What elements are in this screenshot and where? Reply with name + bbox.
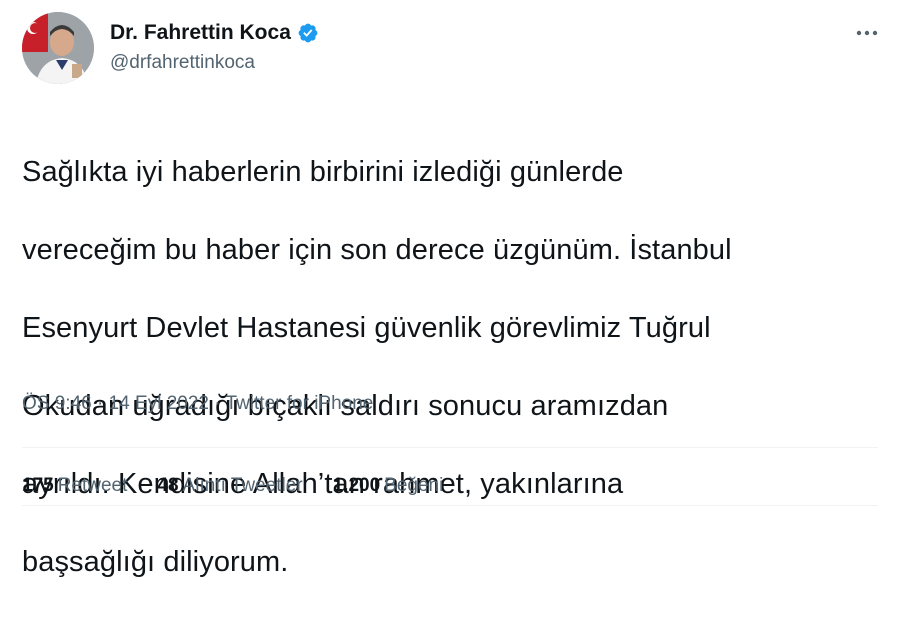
tweet-stats: 175 Retweet 48 Alıntı Tweetler 1.200 Beğeni xyxy=(22,474,443,498)
tweet-text: Sağlıkta iyi haberlerin birbirini izledi… xyxy=(22,114,872,621)
avatar-image xyxy=(22,12,94,84)
tweet-header: Dr. Fahrettin Koca @drfahrettinkoca xyxy=(22,12,882,88)
avatar[interactable] xyxy=(22,12,94,84)
divider xyxy=(22,447,878,448)
author-handle[interactable]: @drfahrettinkoca xyxy=(110,50,319,76)
author-block: Dr. Fahrettin Koca @drfahrettinkoca xyxy=(110,20,319,76)
quotes-label: Alıntı Tweetler xyxy=(182,475,303,496)
retweets-count: 175 xyxy=(22,475,54,496)
meta-separator: · xyxy=(97,393,104,414)
tweet-time[interactable]: ÖS 9:46 xyxy=(22,393,92,414)
author-name-row[interactable]: Dr. Fahrettin Koca xyxy=(110,20,319,46)
likes-count: 1.200 xyxy=(332,475,381,496)
verified-badge-icon xyxy=(297,22,319,44)
quotes-count: 48 xyxy=(157,475,179,496)
tweet-text-line: Esenyurt Devlet Hastanesi güvenlik görev… xyxy=(22,312,711,344)
tweet-text-line: başsağlığı diliyorum. xyxy=(22,546,289,578)
author-display-name[interactable]: Dr. Fahrettin Koca xyxy=(110,20,291,46)
more-options-icon[interactable] xyxy=(852,18,882,48)
tweet-source[interactable]: Twitter for iPhone xyxy=(226,393,374,414)
meta-separator: · xyxy=(214,393,221,414)
tweet-card: Dr. Fahrettin Koca @drfahrettinkoca Sağl… xyxy=(0,0,900,578)
likes-label: Beğeni xyxy=(384,475,444,496)
tweet-text-line: Sağlıkta iyi haberlerin birbirini izledi… xyxy=(22,156,624,188)
likes-stat[interactable]: 1.200 Beğeni xyxy=(333,474,444,498)
tweet-text-line: vereceğim bu haber için son derece üzgün… xyxy=(22,234,732,266)
tweet-meta: ÖS 9:46 · 14 Eyl 2022 · Twitter for iPho… xyxy=(22,392,373,416)
quotes-stat[interactable]: 48 Alıntı Tweetler xyxy=(157,474,302,498)
retweets-stat[interactable]: 175 Retweet xyxy=(22,474,127,498)
tweet-date[interactable]: 14 Eyl 2022 xyxy=(109,393,209,414)
retweets-label: Retweet xyxy=(57,475,128,496)
